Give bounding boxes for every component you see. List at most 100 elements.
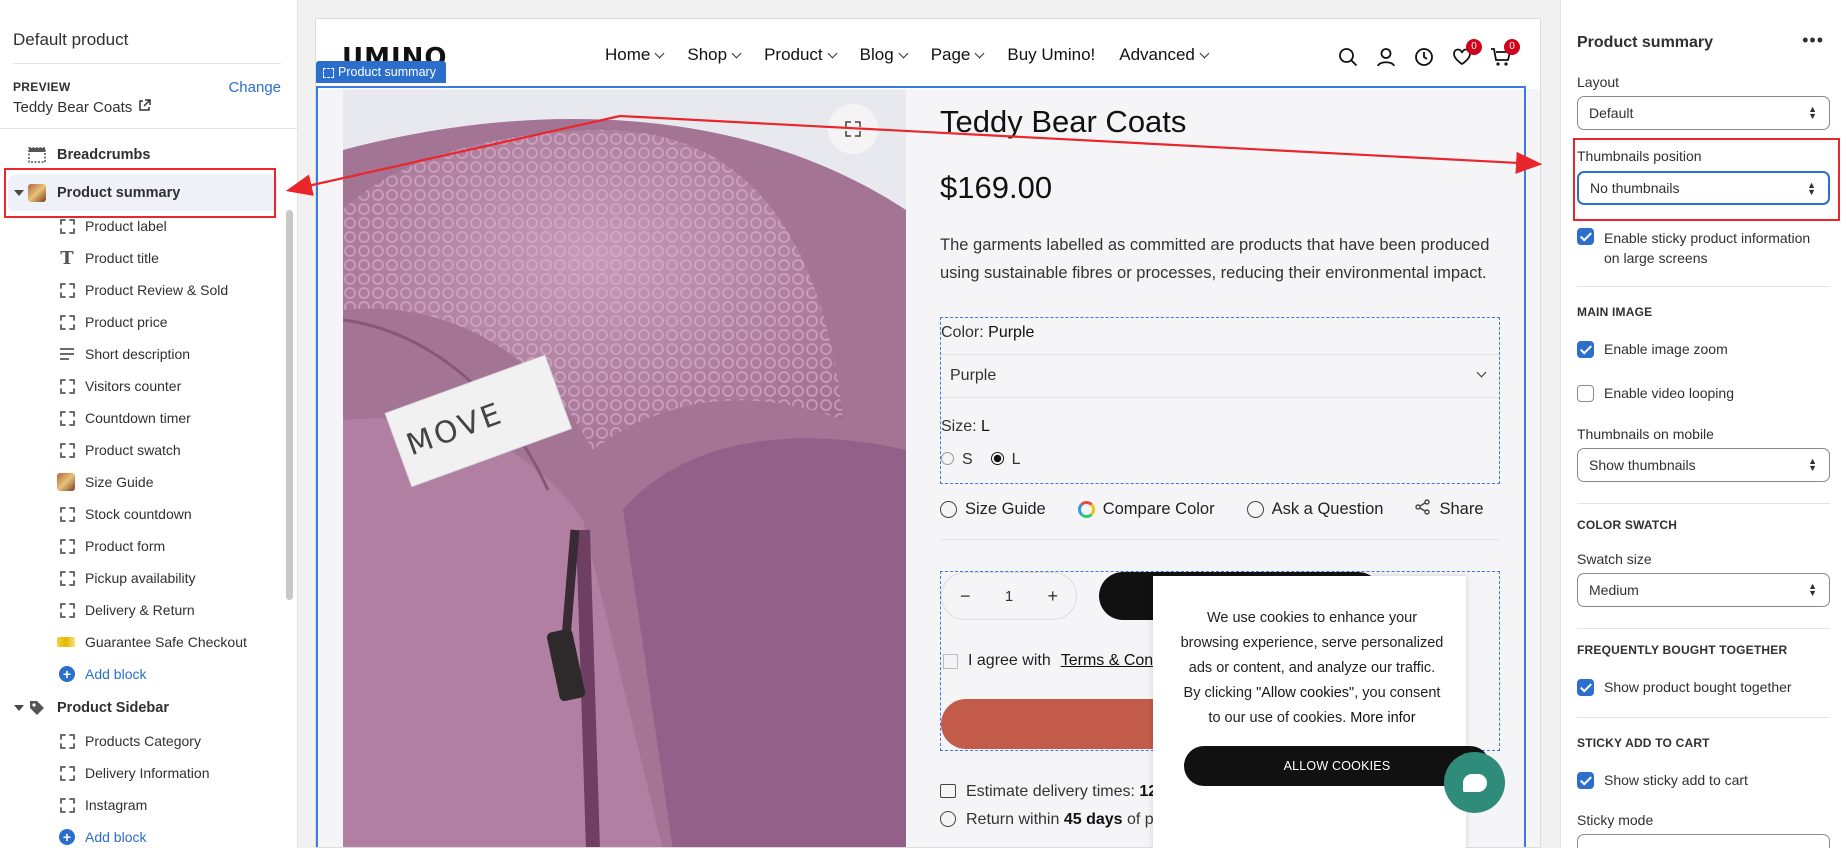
tree-block-pickup-availability[interactable]: Pickup availability — [0, 562, 279, 594]
chevron-down-icon — [974, 48, 985, 58]
preview-product[interactable]: Teddy Bear Coats — [13, 99, 151, 116]
tree-item-label: Products Category — [85, 733, 201, 749]
account-icon[interactable] — [1376, 47, 1396, 67]
tree-block-stock-countdown[interactable]: Stock countdown — [0, 498, 279, 530]
tree-block-countdown-timer[interactable]: Countdown timer — [0, 402, 279, 434]
truck-icon — [940, 784, 956, 798]
product-price: $169.00 — [940, 170, 1053, 205]
size-option-s[interactable]: S — [941, 451, 973, 469]
terms-agreement[interactable]: I agree with Terms & Condi — [943, 652, 1166, 670]
tree-block-product-price[interactable]: Product price — [0, 306, 279, 338]
image-zoom-checkbox[interactable]: Enable image zoom — [1577, 341, 1728, 358]
color-wheel-icon — [1077, 501, 1095, 518]
nav-home[interactable]: Home — [605, 45, 665, 65]
quantity-stepper[interactable]: − 1 + — [941, 572, 1077, 620]
tree-item-breadcrumbs[interactable]: Breadcrumbs — [0, 139, 279, 171]
size-option-l[interactable]: L — [990, 451, 1021, 469]
tree-block-review-sold[interactable]: Product Review & Sold — [0, 274, 279, 306]
site-header: UMINO Home Shop Product Blog Page Buy Um… — [316, 19, 1540, 89]
quantity-value: 1 — [1004, 587, 1014, 605]
tree-item-label: Breadcrumbs — [57, 147, 151, 163]
annotation-highlight-box — [1573, 138, 1840, 221]
tree-item-label: Product label — [85, 218, 167, 234]
swatch-size-select[interactable]: Medium ▲ ▼ — [1577, 573, 1830, 607]
tag-icon — [28, 699, 46, 717]
return-policy: Return within 45 days of p — [940, 811, 1154, 829]
video-looping-checkbox[interactable]: Enable video looping — [1577, 385, 1734, 402]
color-swatch-heading: COLOR SWATCH — [1577, 518, 1678, 532]
divider — [1577, 717, 1830, 718]
add-block-button[interactable]: + Add block — [0, 821, 279, 848]
layout-select[interactable]: Default ▲ ▼ — [1577, 96, 1830, 130]
sticky-info-checkbox[interactable]: Enable sticky product information on lar… — [1577, 228, 1827, 268]
tree-block-instagram[interactable]: Instagram — [0, 789, 279, 821]
delivery-estimate: Estimate delivery times: 12 — [940, 783, 1157, 801]
radio-selected-icon — [990, 452, 1004, 465]
chat-bubble-icon[interactable] — [1444, 752, 1505, 813]
chevron-down-icon — [827, 48, 838, 58]
ruler-icon — [940, 501, 957, 518]
question-icon — [1246, 501, 1264, 518]
sticky-add-to-cart-checkbox[interactable]: Show sticky add to cart — [1577, 772, 1748, 789]
tree-block-product-form[interactable]: Product form — [0, 530, 279, 562]
cart-icon[interactable]: 0 — [1490, 39, 1520, 67]
sticky-mode-select[interactable] — [1577, 834, 1830, 848]
terms-checkbox[interactable] — [943, 653, 958, 669]
block-icon — [58, 764, 76, 782]
search-icon[interactable] — [1338, 47, 1358, 67]
block-icon — [58, 732, 76, 750]
change-preview-link[interactable]: Change — [228, 79, 281, 96]
tree-block-delivery-information[interactable]: Delivery Information — [0, 757, 279, 789]
tree-block-guarantee-checkout[interactable]: Guarantee Safe Checkout — [0, 626, 279, 658]
tree-block-short-description[interactable]: Short description — [0, 338, 279, 370]
sticky-mode-label: Sticky mode — [1577, 812, 1654, 828]
recently-viewed-icon[interactable] — [1414, 47, 1434, 67]
section-tag-product-summary[interactable]: Product summary — [316, 61, 446, 83]
select-arrows-icon: ▲ ▼ — [1808, 104, 1817, 121]
nav-advanced[interactable]: Advanced — [1119, 45, 1210, 65]
minus-icon[interactable]: − — [960, 586, 971, 607]
nav-product[interactable]: Product — [764, 45, 838, 65]
nav-shop[interactable]: Shop — [687, 45, 742, 65]
thumbnails-mobile-select[interactable]: Show thumbnails ▲ ▼ — [1577, 448, 1830, 482]
compare-color-link[interactable]: Compare Color — [1077, 499, 1215, 520]
product-info: Teddy Bear Coats $169.00 The garments la… — [940, 89, 1500, 828]
tree-block-size-guide[interactable]: Size Guide — [0, 466, 279, 498]
wishlist-icon[interactable]: 0 — [1452, 39, 1482, 67]
tree-block-product-title[interactable]: T Product title — [0, 242, 279, 274]
size-guide-link[interactable]: Size Guide — [940, 499, 1046, 520]
tree-block-products-category[interactable]: Products Category — [0, 725, 279, 757]
share-link[interactable]: Share — [1415, 499, 1484, 520]
radio-icon — [941, 452, 954, 465]
product-swatch-block: Color: Purple Purple Size: L S L — [940, 317, 1500, 484]
bought-together-checkbox[interactable]: Show product bought together — [1577, 679, 1792, 696]
ask-question-link[interactable]: Ask a Question — [1246, 499, 1383, 520]
nav-blog[interactable]: Blog — [860, 45, 909, 65]
panel-title: Product summary — [1577, 34, 1714, 51]
expand-icon[interactable] — [828, 104, 878, 154]
tree-item-product-sidebar[interactable]: Product Sidebar — [0, 692, 279, 724]
add-block-button[interactable]: + Add block — [0, 658, 279, 690]
product-main-image[interactable]: MOVE — [343, 90, 906, 847]
tree-block-delivery-return[interactable]: Delivery & Return — [0, 594, 279, 626]
block-icon — [58, 537, 76, 555]
block-icon — [58, 409, 76, 427]
tree-block-visitors-counter[interactable]: Visitors counter — [0, 370, 279, 402]
nav-page[interactable]: Page — [931, 45, 985, 65]
caret-down-icon[interactable] — [14, 705, 24, 711]
terms-link[interactable]: Terms & Condi — [1061, 652, 1166, 670]
tree-block-product-swatch[interactable]: Product swatch — [0, 434, 279, 466]
block-icon — [58, 313, 76, 331]
nav-buy-umino[interactable]: Buy Umino! — [1007, 45, 1095, 65]
color-select[interactable]: Purple — [941, 354, 1499, 398]
plus-icon[interactable]: + — [1047, 586, 1058, 607]
cookie-more-link[interactable]: More infor — [1350, 710, 1415, 726]
checkbox-icon — [1577, 385, 1594, 402]
header-icons: 0 0 — [1338, 39, 1520, 67]
more-options-icon[interactable]: ••• — [1802, 30, 1824, 51]
sidebar-scrollbar[interactable] — [286, 210, 293, 600]
frequently-bought-heading: FREQUENTLY BOUGHT TOGETHER — [1577, 643, 1788, 657]
block-icon — [58, 796, 76, 814]
payment-badge-icon — [57, 633, 75, 651]
tree-item-label: Product Sidebar — [57, 700, 169, 716]
